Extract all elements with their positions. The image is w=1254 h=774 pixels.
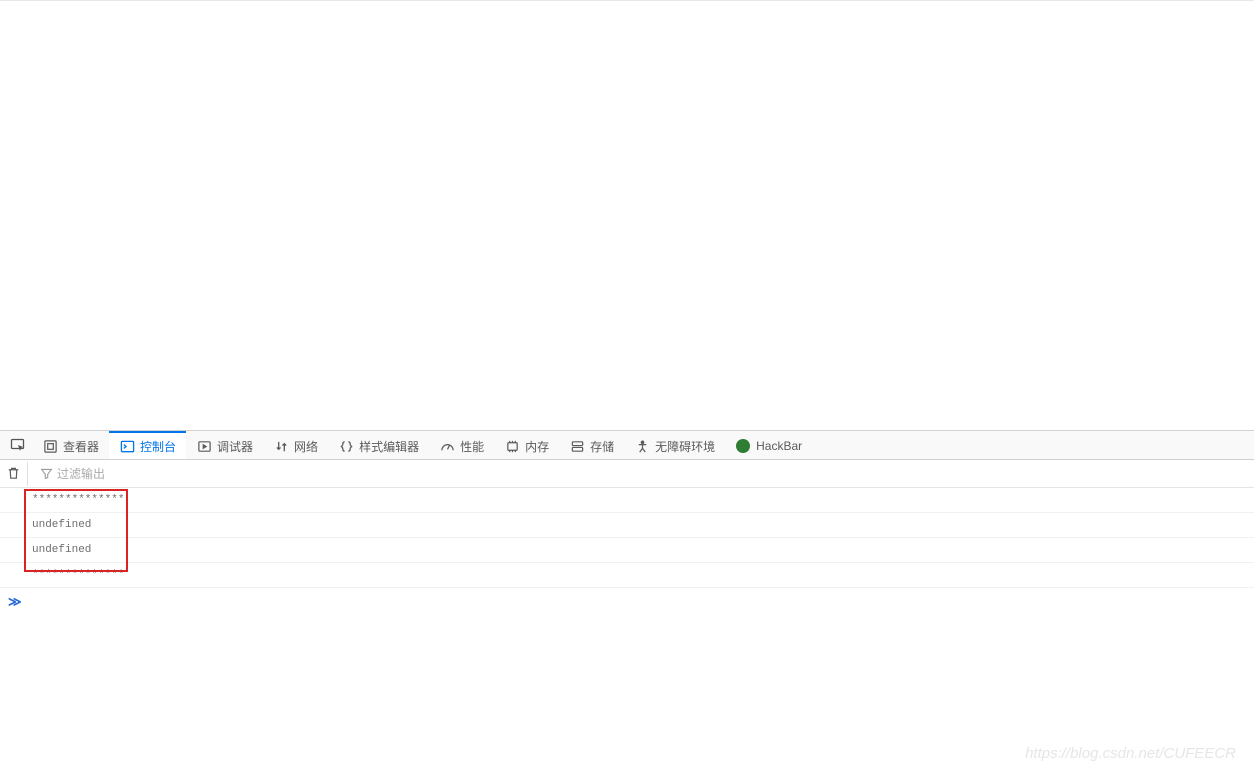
storage-icon: [569, 438, 585, 454]
tab-storage[interactable]: 存储: [559, 431, 624, 459]
tab-network[interactable]: 网络: [263, 431, 328, 459]
console-prompt-row[interactable]: ≫: [0, 588, 1254, 616]
tab-console[interactable]: 控制台: [109, 431, 186, 459]
filter-input[interactable]: [57, 467, 257, 481]
tab-label: 控制台: [140, 438, 176, 455]
network-icon: [273, 438, 289, 454]
console-output-area: ************** undefined undefined *****…: [0, 488, 1254, 588]
funnel-icon: [40, 467, 53, 480]
tab-memory[interactable]: 内存: [494, 431, 559, 459]
tab-performance[interactable]: 性能: [429, 431, 494, 459]
tab-accessibility[interactable]: 无障碍环境: [624, 431, 725, 459]
element-picker-button[interactable]: [4, 431, 32, 459]
tab-label: 网络: [294, 438, 318, 455]
devtools-toolbar: 查看器 控制台 调试器 网络 样式编辑器 性能 内存: [0, 430, 1254, 460]
tab-label: HackBar: [756, 439, 802, 453]
console-log-row[interactable]: undefined: [0, 538, 1254, 563]
page-content-area: [0, 0, 1254, 430]
console-filter-bar: [0, 460, 1254, 488]
tab-label: 内存: [525, 438, 549, 455]
watermark-text: https://blog.csdn.net/CUFEECR: [1025, 745, 1236, 762]
console-log-row[interactable]: **************: [0, 563, 1254, 588]
tab-label: 性能: [460, 438, 484, 455]
tab-label: 查看器: [63, 438, 99, 455]
debugger-icon: [196, 438, 212, 454]
tab-label: 存储: [590, 438, 614, 455]
inspector-icon: [42, 438, 58, 454]
performance-icon: [439, 438, 455, 454]
tab-label: 样式编辑器: [359, 438, 419, 455]
console-log-row[interactable]: **************: [0, 488, 1254, 513]
tab-styleeditor[interactable]: 样式编辑器: [328, 431, 429, 459]
tab-hackbar[interactable]: HackBar: [725, 431, 812, 459]
tab-label: 调试器: [217, 438, 253, 455]
accessibility-icon: [634, 438, 650, 454]
clear-console-button[interactable]: [4, 462, 28, 486]
prompt-chevron-icon: ≫: [8, 594, 22, 610]
trash-icon: [6, 466, 21, 481]
console-log-row[interactable]: undefined: [0, 513, 1254, 538]
element-picker-icon: [10, 437, 26, 453]
memory-icon: [504, 438, 520, 454]
tab-debugger[interactable]: 调试器: [186, 431, 263, 459]
tab-inspector[interactable]: 查看器: [32, 431, 109, 459]
tab-label: 无障碍环境: [655, 438, 715, 455]
console-icon: [119, 438, 135, 454]
hackbar-icon: [735, 438, 751, 454]
styleeditor-icon: [338, 438, 354, 454]
